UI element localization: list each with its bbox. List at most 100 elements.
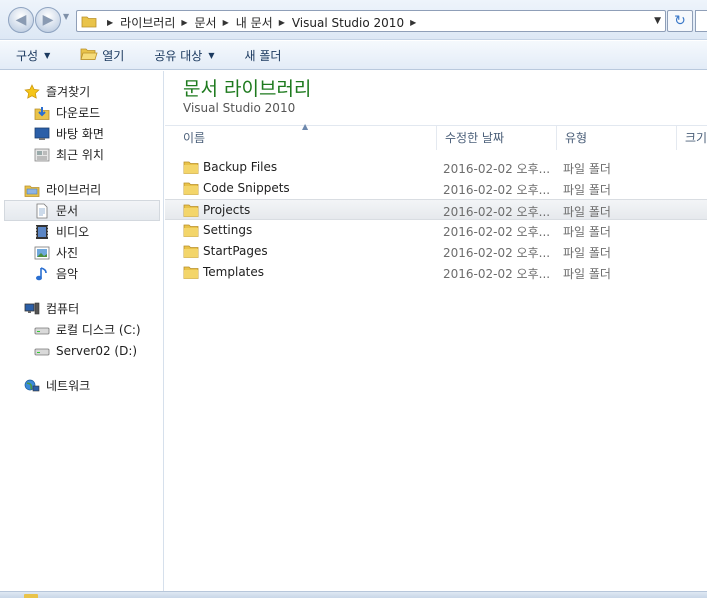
nav-label: 바탕 화면 <box>56 127 104 141</box>
folder-icon <box>24 594 38 598</box>
folder-icon <box>183 203 199 220</box>
nav-local-disk-c[interactable]: 로컬 디스크 (C:) <box>0 319 163 340</box>
breadcrumb-separator-icon[interactable]: ▶ <box>223 18 229 27</box>
table-row[interactable]: StartPages 2016-02-02 오후... 파일 폴더 <box>165 241 707 262</box>
nav-label: 문서 <box>56 204 79 218</box>
folder-icon <box>183 160 199 177</box>
libraries-group: 라이브러리 문서 비디오 사진 음악 <box>0 179 163 284</box>
search-input[interactable] <box>695 10 707 32</box>
picture-icon <box>34 245 50 261</box>
nav-downloads[interactable]: 다운로드 <box>0 102 163 123</box>
content-pane: 문서 라이브러리 Visual Studio 2010 이름 ▲ 수정한 날짜 … <box>165 71 707 591</box>
document-icon <box>34 203 50 219</box>
folder-open-icon <box>80 47 98 64</box>
file-type: 파일 폴더 <box>563 225 611 239</box>
breadcrumb-libraries[interactable]: 라이브러리 <box>120 14 175 31</box>
file-date: 2016-02-02 오후... <box>443 205 551 219</box>
column-header: 이름 ▲ 수정한 날짜 유형 크기 <box>165 122 707 150</box>
breadcrumb-separator-icon[interactable]: ▶ <box>410 18 416 27</box>
file-name: Templates <box>203 265 265 279</box>
nav-server02-d[interactable]: Server02 (D:) <box>0 340 163 361</box>
network-group: 네트워크 <box>0 375 163 396</box>
library-header: 문서 라이브러리 Visual Studio 2010 <box>183 77 311 115</box>
table-row[interactable]: Settings 2016-02-02 오후... 파일 폴더 <box>165 220 707 241</box>
folder-icon <box>183 223 199 240</box>
organize-button[interactable]: 구성 ▼ <box>16 47 50 64</box>
nav-libraries[interactable]: 라이브러리 <box>0 179 163 200</box>
open-button[interactable]: 열기 <box>80 47 124 64</box>
file-name: Backup Files <box>203 160 278 174</box>
nav-music[interactable]: 음악 <box>0 263 163 284</box>
breadcrumb-separator-icon[interactable]: ▶ <box>107 18 113 27</box>
file-type: 파일 폴더 <box>563 183 611 197</box>
nav-label: 라이브러리 <box>46 183 102 197</box>
folder-icon <box>183 181 199 198</box>
nav-label: 최근 위치 <box>56 148 104 162</box>
breadcrumb-separator-icon[interactable]: ▶ <box>279 18 285 27</box>
file-date: 2016-02-02 오후... <box>443 267 551 281</box>
breadcrumb-visual-studio[interactable]: Visual Studio 2010 <box>292 16 404 30</box>
file-name: Code Snippets <box>203 181 290 195</box>
address-dropdown-icon[interactable]: ▼ <box>654 16 661 26</box>
nav-label: 비디오 <box>56 225 90 239</box>
nav-favorites[interactable]: 즐겨찾기 <box>0 81 163 102</box>
back-arrow-icon: ◀ <box>15 12 27 28</box>
refresh-button[interactable]: ↻ <box>667 10 693 32</box>
nav-pictures[interactable]: 사진 <box>0 242 163 263</box>
file-date: 2016-02-02 오후... <box>443 246 551 260</box>
path-box[interactable]: ▶ 라이브러리 ▶ 문서 ▶ 내 문서 ▶ Visual Studio 2010… <box>76 10 666 32</box>
column-type[interactable]: 유형 <box>557 126 677 150</box>
nav-label: 로컬 디스크 (C:) <box>56 323 141 337</box>
file-date: 2016-02-02 오후... <box>443 162 551 176</box>
computer-icon <box>24 301 40 317</box>
table-row[interactable]: Code Snippets 2016-02-02 오후... 파일 폴더 <box>165 178 707 199</box>
nav-label: 음악 <box>56 267 79 281</box>
breadcrumb-separator-icon[interactable]: ▶ <box>181 18 187 27</box>
library-subtitle: Visual Studio 2010 <box>183 101 296 115</box>
file-name: Projects <box>203 203 251 217</box>
back-button[interactable]: ◀ <box>8 7 34 33</box>
nav-network[interactable]: 네트워크 <box>0 375 163 396</box>
chevron-down-icon: ▼ <box>44 50 51 60</box>
new-folder-label: 새 폴더 <box>244 48 282 63</box>
download-folder-icon <box>34 105 50 121</box>
recent-pages-dropdown[interactable]: ▼ <box>63 12 69 21</box>
drive-icon <box>34 322 50 338</box>
folder-icon <box>183 244 199 261</box>
nav-documents[interactable]: 문서 <box>4 200 160 221</box>
recent-places-icon <box>34 147 50 163</box>
breadcrumb-my-documents[interactable]: 내 문서 <box>236 14 273 31</box>
nav-label: 다운로드 <box>56 106 101 120</box>
share-with-button[interactable]: 공유 대상 ▼ <box>154 47 214 64</box>
desktop-icon <box>34 126 50 142</box>
nav-recent-places[interactable]: 최근 위치 <box>0 144 163 165</box>
network-icon <box>24 378 40 394</box>
nav-label: 사진 <box>56 246 79 260</box>
nav-desktop[interactable]: 바탕 화면 <box>0 123 163 144</box>
column-name-label: 이름 <box>183 131 206 145</box>
file-date: 2016-02-02 오후... <box>443 183 551 197</box>
table-row[interactable]: Templates 2016-02-02 오후... 파일 폴더 <box>165 262 707 283</box>
star-icon <box>24 83 40 100</box>
computer-group: 컴퓨터 로컬 디스크 (C:) Server02 (D:) <box>0 298 163 361</box>
nav-computer[interactable]: 컴퓨터 <box>0 298 163 319</box>
command-bar: 구성 ▼ 열기 공유 대상 ▼ 새 폴더 <box>0 41 707 70</box>
nav-videos[interactable]: 비디오 <box>0 221 163 242</box>
refresh-icon: ↻ <box>674 13 686 29</box>
breadcrumb-documents[interactable]: 문서 <box>195 14 217 31</box>
forward-button[interactable]: ▶ <box>35 7 61 33</box>
open-label: 열기 <box>102 48 125 63</box>
video-icon <box>34 224 50 240</box>
column-date-modified[interactable]: 수정한 날짜 <box>437 126 557 150</box>
column-size[interactable]: 크기 <box>677 126 707 150</box>
file-date: 2016-02-02 오후... <box>443 225 551 239</box>
nav-label: 네트워크 <box>46 379 91 393</box>
music-note-icon <box>34 266 50 282</box>
table-row-selected[interactable]: Projects 2016-02-02 오후... 파일 폴더 <box>165 199 707 220</box>
file-type: 파일 폴더 <box>563 267 611 281</box>
folder-icon <box>81 14 97 31</box>
address-bar: ◀ ▶ ▼ ▶ 라이브러리 ▶ 문서 ▶ 내 문서 ▶ Visual Studi… <box>0 0 707 40</box>
table-row[interactable]: Backup Files 2016-02-02 오후... 파일 폴더 <box>165 157 707 178</box>
chevron-down-icon: ▼ <box>208 50 215 60</box>
new-folder-button[interactable]: 새 폴더 <box>244 47 281 64</box>
